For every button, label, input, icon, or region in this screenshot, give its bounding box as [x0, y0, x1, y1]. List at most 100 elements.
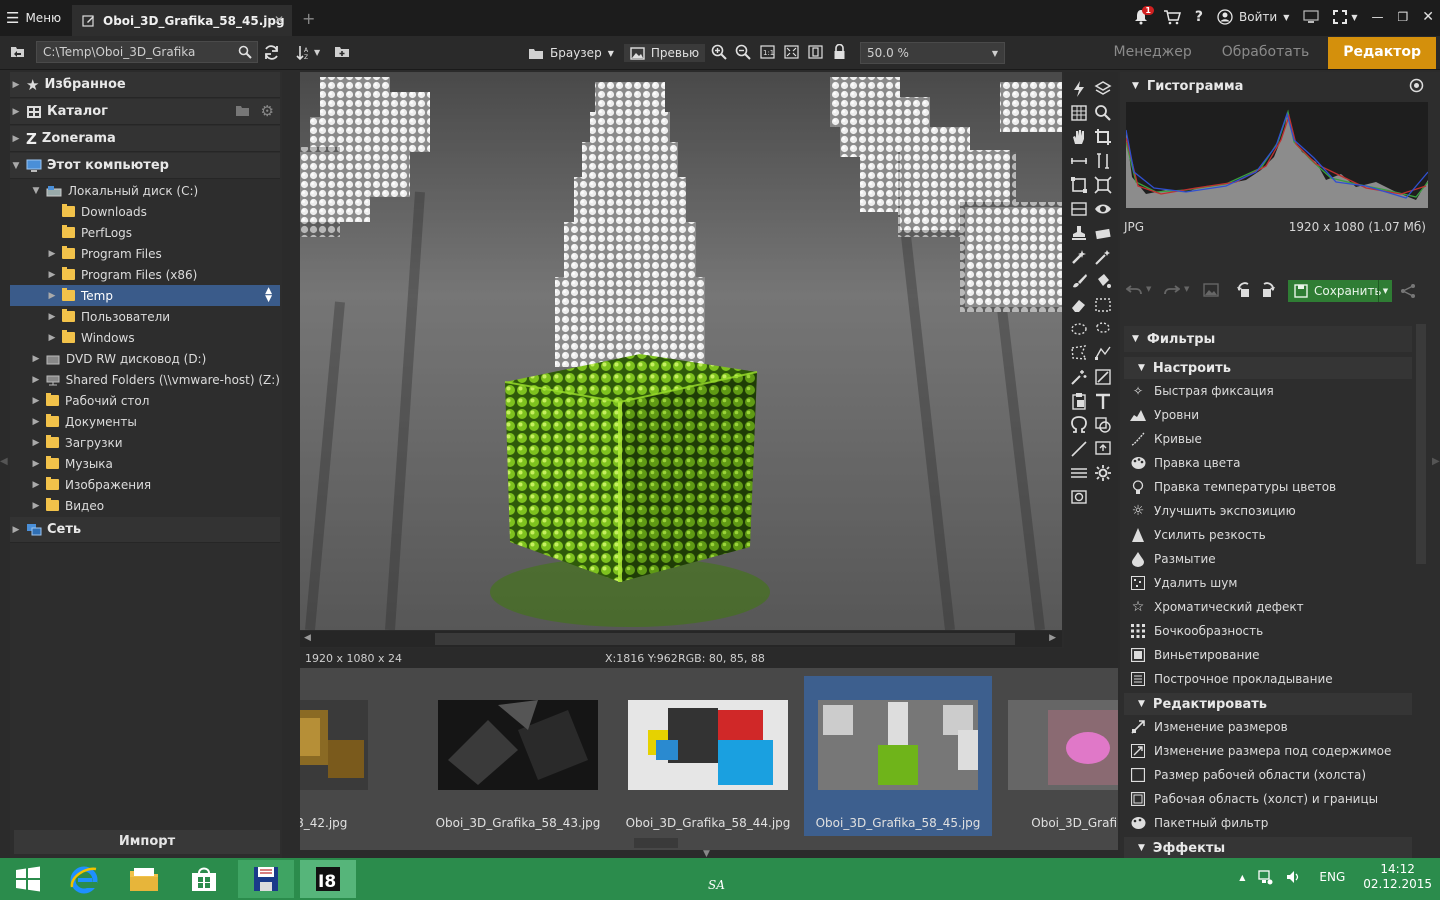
tree-item-videos[interactable]: ▶ Видео: [10, 495, 280, 516]
hand-icon[interactable]: [1070, 128, 1088, 146]
edit-header[interactable]: ▼ Редактировать: [1124, 693, 1412, 715]
search-icon[interactable]: [238, 45, 252, 59]
thumbnail[interactable]: )_Grafika_58_42.jpg: [300, 676, 382, 836]
tree-item-program-files-x86[interactable]: ▶ Program Files (x86): [10, 264, 280, 285]
tab-develop[interactable]: Обработать: [1207, 37, 1324, 69]
edit-canvas-borders[interactable]: Рабочая область (холст) и границы: [1130, 788, 1410, 810]
tree-item-shared-folders[interactable]: ▶ Shared Folders (\\vmware-host) (Z:): [10, 369, 280, 390]
thumbnail[interactable]: Oboi_3D_Grafika_5: [994, 676, 1118, 836]
symbol-icon[interactable]: [1070, 416, 1088, 434]
callout-icon[interactable]: [1094, 440, 1112, 458]
tree-item-perflogs[interactable]: PerfLogs: [10, 222, 280, 243]
filter-curves[interactable]: Кривые: [1130, 428, 1410, 450]
filter-color-temperature[interactable]: Правка температуры цветов: [1130, 476, 1410, 498]
expand-collapse-icon[interactable]: ▲ ▼: [265, 287, 272, 304]
show-hidden-icons[interactable]: ▲: [1239, 873, 1245, 882]
rect-select-icon[interactable]: [1094, 296, 1112, 314]
tree-item-windows[interactable]: ▶ Windows: [10, 327, 280, 348]
tree-item-program-files[interactable]: ▶ Program Files: [10, 243, 280, 264]
filter-noise-reduction[interactable]: Удалить шум: [1130, 572, 1410, 594]
save-button[interactable]: Сохранить ▼: [1288, 280, 1392, 302]
gear-icon[interactable]: ⚙: [261, 102, 274, 120]
tab-editor[interactable]: Редактор: [1328, 37, 1436, 69]
cart-icon[interactable]: [1163, 9, 1181, 25]
tree-item-music[interactable]: ▶ Музыка: [10, 453, 280, 474]
scroll-right-icon[interactable]: ▶: [1049, 633, 1056, 643]
edit-canvas-size[interactable]: Размер рабочей области (холста): [1130, 764, 1410, 786]
section-this-pc[interactable]: ▼ Этот компьютер: [10, 153, 280, 179]
new-folder-icon[interactable]: [334, 45, 350, 58]
section-network[interactable]: ▶ Сеть: [10, 517, 280, 543]
clone-stamp-icon[interactable]: [1070, 224, 1088, 242]
adjust-header[interactable]: ▼ Настроить: [1124, 357, 1412, 379]
lines-icon[interactable]: [1070, 464, 1088, 482]
tree-item-disk-c[interactable]: ▼ Локальный диск (C:): [10, 180, 280, 201]
collapse-left-icon[interactable]: ◀: [0, 456, 8, 467]
network-status-icon[interactable]: [1257, 869, 1273, 885]
magic-wand-icon[interactable]: [1094, 248, 1112, 266]
filter-color-correction[interactable]: Правка цвета: [1130, 452, 1410, 474]
section-favorites[interactable]: ▶ ★ Избранное: [10, 72, 280, 98]
zoom-select[interactable]: 50.0 % ▼: [860, 42, 1005, 64]
sort-button[interactable]: AZ ▼: [296, 45, 320, 60]
section-zonerama[interactable]: ▶ Z Zonerama: [10, 126, 280, 152]
share-icon[interactable]: [1400, 283, 1416, 299]
ellipse-select-icon[interactable]: [1070, 320, 1088, 338]
fit-height-icon[interactable]: [808, 45, 823, 59]
filter-sharpen[interactable]: Усилить резкость: [1130, 524, 1410, 546]
document-tab[interactable]: Oboi_3D_Grafika_58_45.jpg ✕: [72, 5, 292, 36]
lasso-icon[interactable]: [1094, 320, 1112, 338]
zoom-icon[interactable]: [1094, 104, 1112, 122]
minimize-button[interactable]: —: [1372, 10, 1384, 24]
filter-vignetting[interactable]: Виньетирование: [1130, 644, 1410, 666]
import-button[interactable]: Импорт: [14, 830, 280, 854]
layers-icon[interactable]: [1094, 80, 1112, 98]
taskbar-floppy-app[interactable]: [238, 860, 294, 898]
undo-button[interactable]: ▼: [1126, 282, 1151, 296]
draw-line-icon[interactable]: [1070, 440, 1088, 458]
perspective-icon[interactable]: [1070, 176, 1088, 194]
taskbar-ie[interactable]: [56, 860, 112, 898]
settings-icon[interactable]: [1409, 78, 1424, 93]
polygon-lasso-icon[interactable]: [1070, 344, 1088, 362]
tree-item-pictures[interactable]: ▶ Изображения: [10, 474, 280, 495]
tab-manager[interactable]: Менеджер: [1099, 37, 1207, 69]
erase-tool-icon[interactable]: [1070, 296, 1088, 314]
taskbar-store[interactable]: [176, 860, 232, 898]
edit-batch-filter[interactable]: Пакетный фильтр: [1130, 812, 1410, 834]
edit-content-aware-resize[interactable]: Изменение размера под содержимое: [1130, 740, 1410, 762]
scroll-left-icon[interactable]: ◀: [304, 633, 311, 643]
fit-to-window-icon[interactable]: [784, 45, 799, 59]
rotate-right-icon[interactable]: [1258, 282, 1276, 298]
brush-icon[interactable]: [1070, 272, 1088, 290]
healing-icon[interactable]: [1070, 248, 1088, 266]
filters-header[interactable]: ▼ Фильтры: [1124, 326, 1412, 352]
actual-size-icon[interactable]: 1:1: [760, 45, 775, 59]
browser-mode-button[interactable]: Браузер ▼: [528, 46, 614, 60]
new-tab-icon[interactable]: +: [302, 9, 315, 28]
edit-resize[interactable]: Изменение размеров: [1130, 716, 1410, 738]
tree-item-downloads-lib[interactable]: ▶ Загрузки: [10, 432, 280, 453]
crop-icon[interactable]: [1094, 128, 1112, 146]
tree-item-desktop[interactable]: ▶ Рабочий стол: [10, 390, 280, 411]
magic-select-icon[interactable]: [1070, 368, 1088, 386]
lock-zoom-icon[interactable]: [833, 44, 846, 60]
preview-mode-button[interactable]: Превью: [623, 44, 706, 62]
tree-item-downloads[interactable]: Downloads: [10, 201, 280, 222]
close-window-button[interactable]: ✕: [1422, 9, 1434, 25]
zoom-in-icon[interactable]: [711, 44, 727, 60]
menu-button[interactable]: ☰ Меню: [6, 8, 61, 28]
tree-item-users[interactable]: ▶ Пользователи: [10, 306, 280, 327]
rotate-left-icon[interactable]: [1236, 282, 1254, 298]
volume-icon[interactable]: [1285, 869, 1301, 885]
filter-quick-fix[interactable]: ✧ Быстрая фиксация: [1130, 380, 1410, 402]
path-input[interactable]: C:\Temp\Oboi_3D_Grafika: [36, 41, 258, 63]
image-history-icon[interactable]: [1203, 283, 1219, 297]
quick-fix-icon[interactable]: [1070, 80, 1088, 98]
filmstrip-scrollbar[interactable]: [634, 838, 678, 848]
login-button[interactable]: Войти ▼: [1217, 9, 1289, 25]
paste-icon[interactable]: [1070, 392, 1088, 410]
camera-icon[interactable]: [1070, 488, 1088, 506]
image-viewer[interactable]: [300, 72, 1062, 630]
language-indicator[interactable]: ENG: [1319, 870, 1345, 884]
